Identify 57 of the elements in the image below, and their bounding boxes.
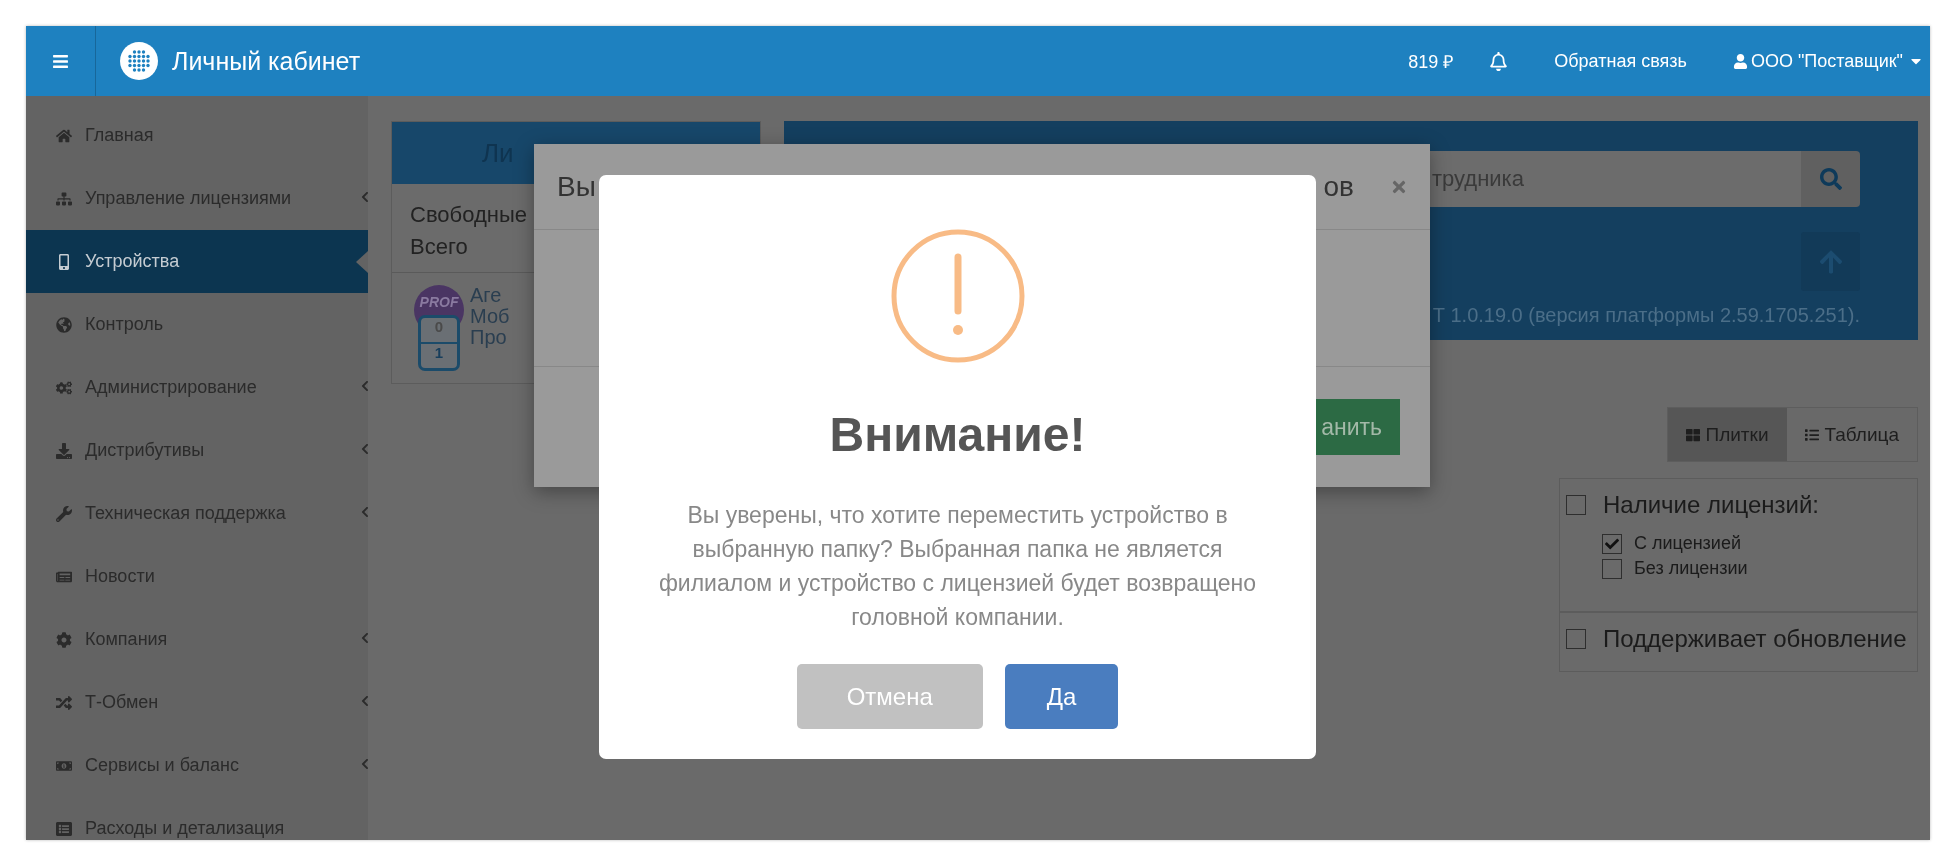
- cancel-button[interactable]: Отмена: [796, 664, 983, 729]
- checkbox[interactable]: [1602, 533, 1622, 554]
- dialog-title: Вы: [557, 170, 596, 203]
- search-icon: [1819, 168, 1842, 190]
- filter-label: Поддерживает обновление: [1603, 625, 1907, 653]
- account-menu[interactable]: ООО "Поставщик": [1750, 50, 1903, 72]
- globe-icon: [56, 316, 72, 333]
- sidebar-item[interactable]: Техническая поддержка: [26, 482, 368, 545]
- arrow-up-icon: [1817, 248, 1844, 275]
- license-label: Свободные: [410, 202, 528, 228]
- home-icon: [56, 127, 72, 144]
- device-text: Аге: [470, 285, 503, 306]
- sidebar-item[interactable]: Новости: [26, 545, 368, 608]
- sitemap-icon: [56, 190, 72, 207]
- list-icon: [56, 820, 72, 837]
- download-icon: [56, 442, 72, 459]
- bell-icon[interactable]: [1489, 51, 1509, 71]
- grid-icon: [1685, 427, 1700, 442]
- sidebar-item[interactable]: Главная: [26, 104, 368, 167]
- gear-icon: [56, 631, 72, 648]
- check-icon: [1605, 536, 1619, 551]
- sidebar-item[interactable]: Администрирование: [26, 356, 368, 419]
- wrench-icon: [56, 505, 72, 522]
- sidebar-item[interactable]: Контроль: [26, 293, 368, 356]
- alert-title: Внимание!: [829, 407, 1086, 462]
- sidebar-item[interactable]: Дистрибутивы: [26, 419, 368, 482]
- view-toggle-button[interactable]: Плитки: [1667, 408, 1787, 461]
- warning-icon: [890, 229, 1025, 363]
- mobile-phone-icon: [56, 253, 72, 270]
- filter-option-label: Без лицензии: [1634, 558, 1748, 579]
- checkbox[interactable]: [1566, 629, 1586, 649]
- search-button[interactable]: [1801, 151, 1860, 207]
- sidebar-item[interactable]: Устройства: [26, 230, 368, 293]
- filter-label: Наличие лицензий:: [1603, 491, 1819, 519]
- checkbox[interactable]: [1602, 558, 1622, 579]
- sidebar-item[interactable]: Расходы и детализация: [26, 797, 368, 840]
- device-text: Моб: [470, 306, 510, 327]
- list-icon: [1804, 427, 1819, 442]
- sidebar-item[interactable]: Управление лицензиями: [26, 167, 368, 230]
- filter-option-label: С лицензией: [1634, 533, 1741, 554]
- menu-icon: [52, 52, 69, 70]
- feedback-link[interactable]: Обратная связь: [1554, 50, 1687, 72]
- alert-message: Вы уверены, что хотите переместить устройство в выбранную папку? Выбранная папка не является филиалом и устройство с лицензией будет возвращено головной компании.: [657, 501, 1258, 632]
- app-title: Личный кабинет: [172, 46, 361, 76]
- shuffle-icon: [56, 694, 72, 711]
- sidebar-item[interactable]: Компания: [26, 608, 368, 671]
- sidebar-item[interactable]: Сервисы и баланс: [26, 734, 368, 797]
- balance-link[interactable]: 819 ₽: [1408, 49, 1454, 73]
- checkbox[interactable]: [1566, 495, 1586, 515]
- logo-icon: [120, 42, 158, 80]
- user-icon: [1732, 53, 1748, 69]
- license-label: Всего: [410, 234, 469, 260]
- sidebar-item[interactable]: Т-Обмен: [26, 671, 368, 734]
- gears-icon: [56, 379, 72, 396]
- confirm-button[interactable]: Да: [1004, 664, 1119, 729]
- device-text: Про: [470, 327, 508, 348]
- dialog-title: ов: [1323, 170, 1354, 203]
